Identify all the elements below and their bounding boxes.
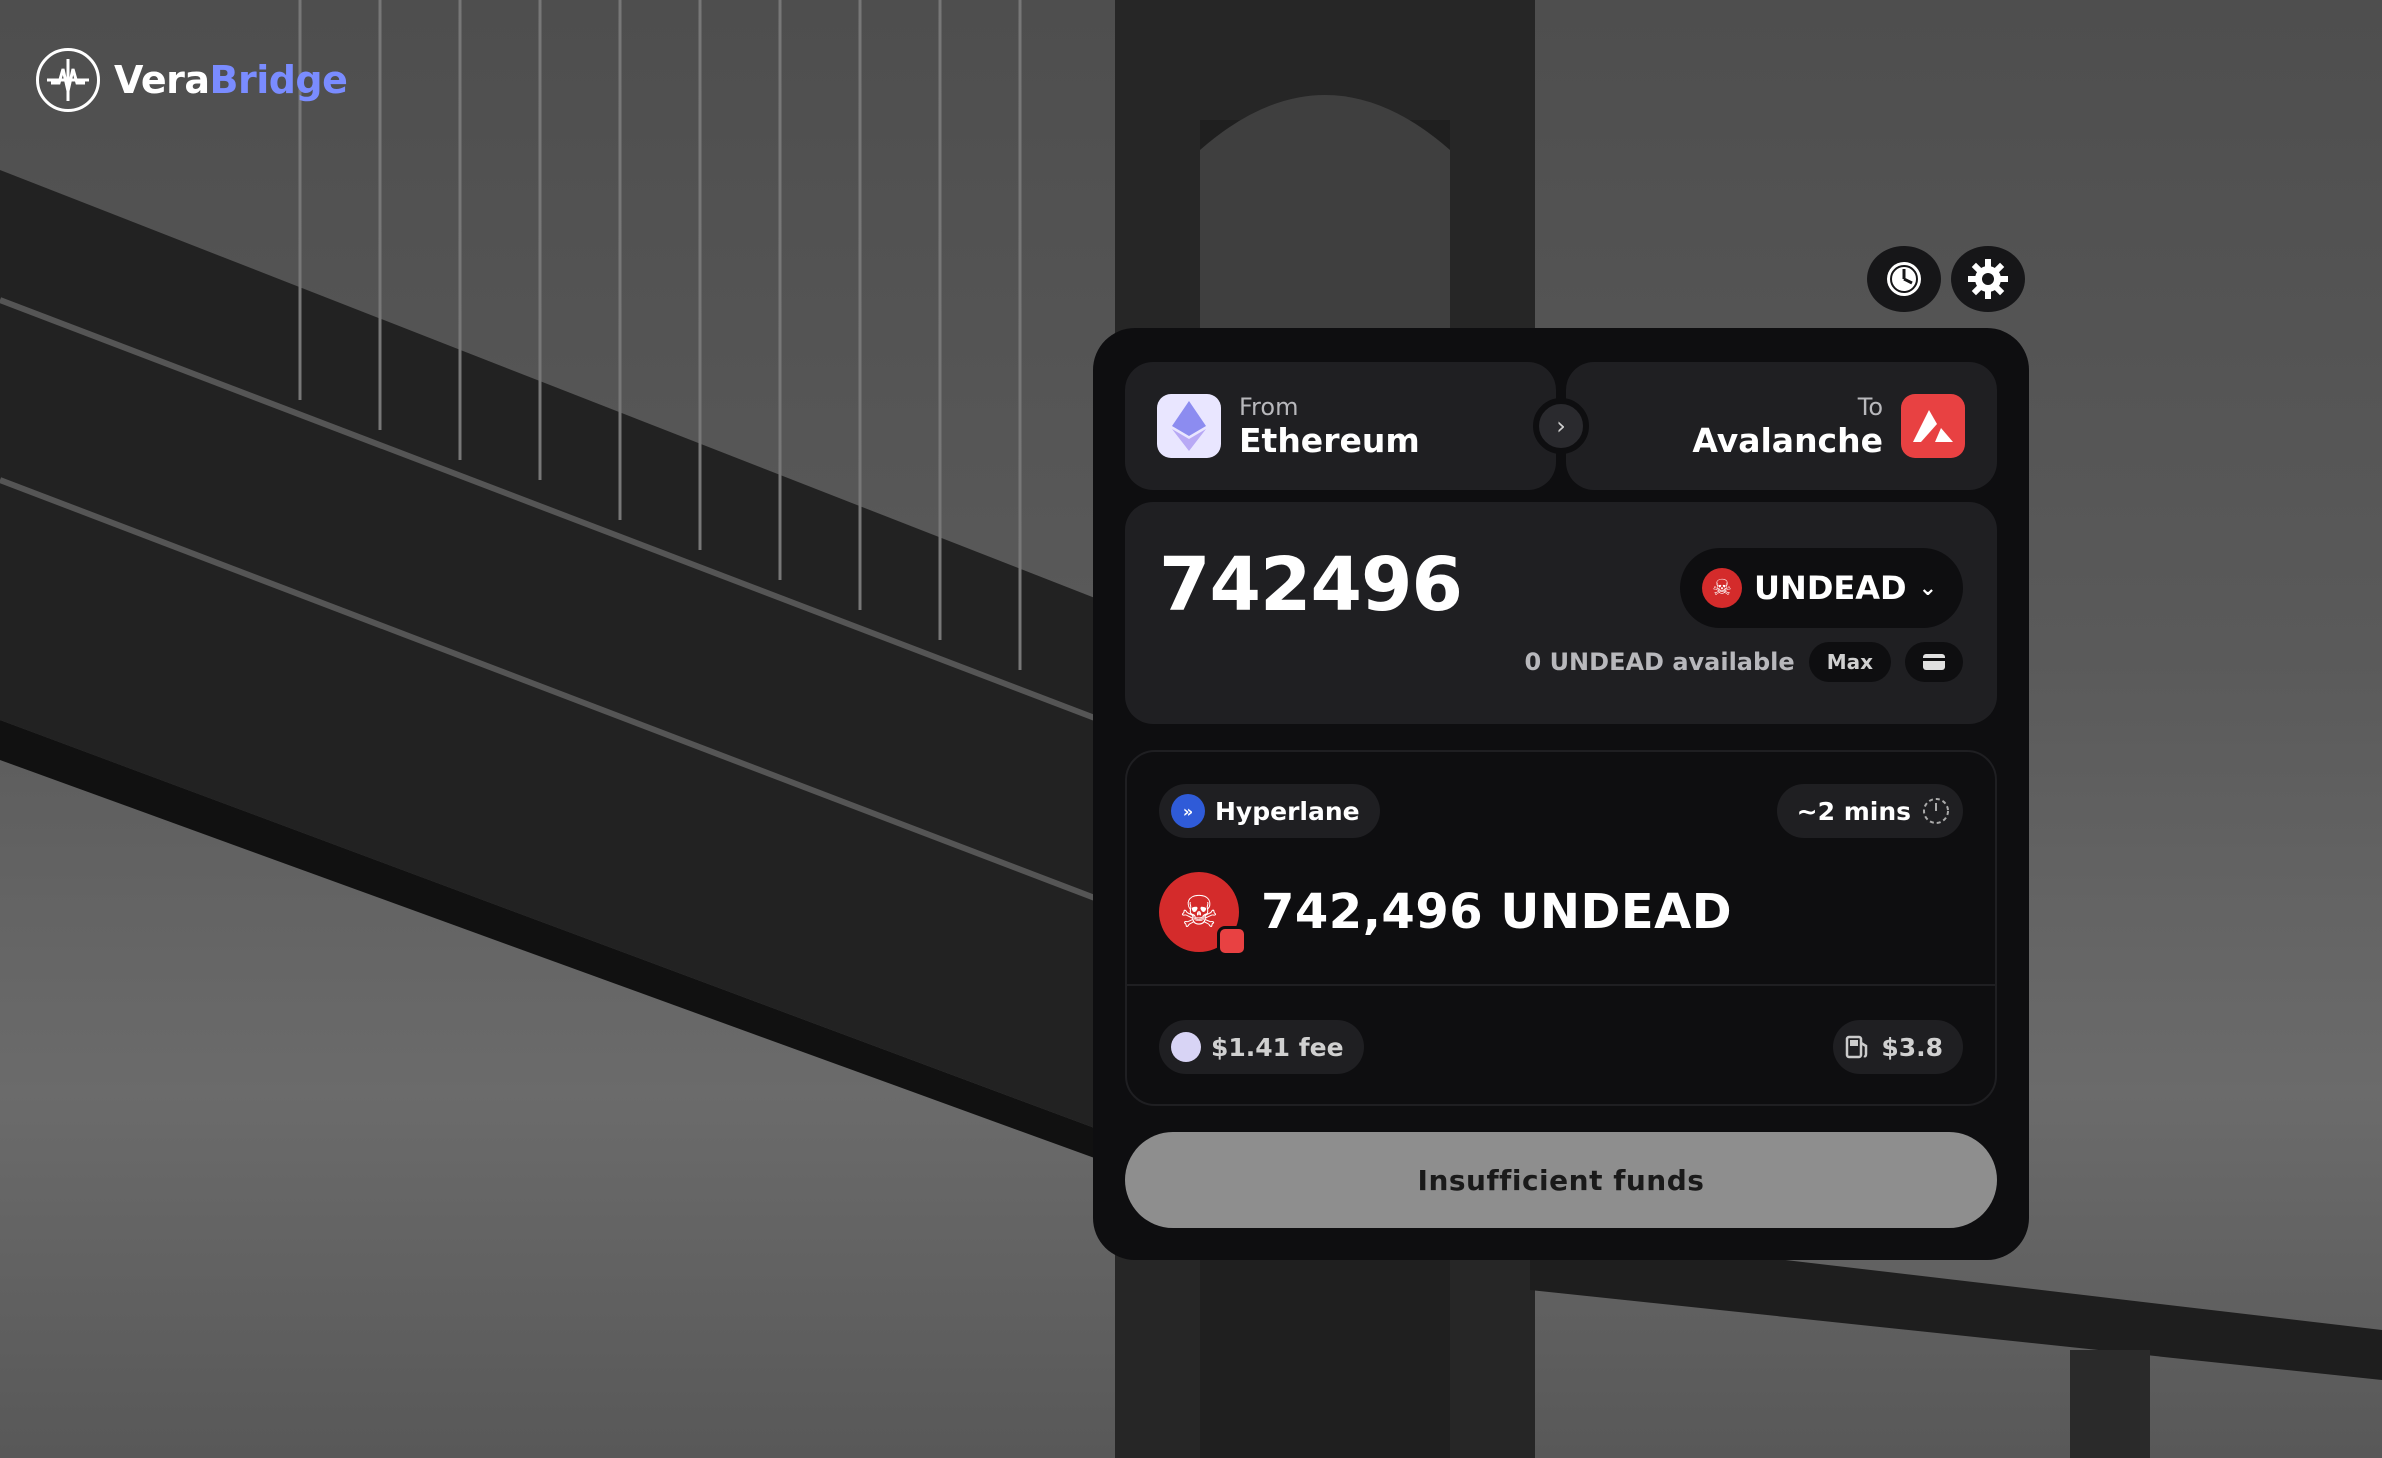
chevron-down-icon: ⌄ xyxy=(1918,575,1937,601)
to-chain-name: Avalanche xyxy=(1692,420,1883,460)
wallet-icon xyxy=(1923,654,1945,670)
skull-icon: ☠ xyxy=(1179,886,1219,938)
gas-pump-icon xyxy=(1846,1035,1868,1059)
brand-name-part2: Bridge xyxy=(209,58,348,102)
settings-button[interactable] xyxy=(1951,246,2025,312)
from-chain-text: From Ethereum xyxy=(1239,393,1420,460)
amount-input[interactable]: 742496 xyxy=(1159,542,1463,628)
provider-name: Hyperlane xyxy=(1215,796,1360,826)
avalanche-badge-icon xyxy=(1217,926,1247,956)
to-chain-button[interactable]: To Avalanche xyxy=(1566,362,1997,490)
gear-icon xyxy=(1968,259,2008,299)
balance-row: 0 UNDEAD available Max xyxy=(1525,642,1963,682)
bridge-card: From Ethereum › To Avalanche 742496 ☠ UN… xyxy=(1093,328,2029,1260)
max-button[interactable]: Max xyxy=(1808,642,1891,682)
amount-panel: 742496 ☠ UNDEAD ⌄ 0 UNDEAD available Max xyxy=(1125,502,1997,724)
eta-text: ~2 mins xyxy=(1796,796,1911,826)
token-symbol: UNDEAD xyxy=(1754,569,1907,607)
chain-selector: From Ethereum › To Avalanche xyxy=(1125,362,1997,490)
hyperlane-icon: » xyxy=(1171,794,1205,828)
chevron-right-icon: › xyxy=(1556,412,1566,440)
submit-button[interactable]: Insufficient funds xyxy=(1125,1132,1997,1228)
route-header: » Hyperlane ~2 mins xyxy=(1159,784,1963,838)
timer-icon xyxy=(1923,798,1949,824)
history-button[interactable] xyxy=(1867,246,1941,312)
vera-logo-icon xyxy=(36,48,100,112)
fee-text: $1.41 fee xyxy=(1211,1032,1344,1062)
brand-logo[interactable]: VeraBridge xyxy=(36,48,348,112)
skull-icon: ☠ xyxy=(1702,568,1743,608)
divider xyxy=(1127,984,1995,986)
token-selector-button[interactable]: ☠ UNDEAD ⌄ xyxy=(1680,548,1963,628)
route-panel: » Hyperlane ~2 mins ☠ 742,496 UNDEAD $1.… xyxy=(1125,750,1997,1106)
gas-text: $3.8 xyxy=(1881,1032,1943,1062)
to-label: To xyxy=(1857,392,1883,421)
ethereum-icon xyxy=(1157,394,1221,458)
ethereum-icon xyxy=(1171,1032,1201,1062)
from-chain-button[interactable]: From Ethereum xyxy=(1125,362,1556,490)
brand-name: VeraBridge xyxy=(114,58,348,102)
available-balance: 0 UNDEAD available xyxy=(1524,648,1795,676)
brand-name-part1: Vera xyxy=(114,58,210,102)
provider-badge[interactable]: » Hyperlane xyxy=(1159,784,1380,838)
swap-chains-button[interactable]: › xyxy=(1533,398,1589,454)
fee-row: $1.41 fee $3.8 xyxy=(1159,1020,1963,1074)
wallet-button[interactable] xyxy=(1905,642,1963,682)
clock-icon xyxy=(1887,262,1921,296)
gas-badge[interactable]: $3.8 xyxy=(1833,1020,1963,1074)
undead-token-icon: ☠ xyxy=(1159,872,1247,956)
to-chain-text: To Avalanche xyxy=(1692,393,1883,460)
receive-summary: ☠ 742,496 UNDEAD xyxy=(1159,872,1733,956)
receive-amount: 742,496 UNDEAD xyxy=(1261,884,1733,940)
fee-badge[interactable]: $1.41 fee xyxy=(1159,1020,1364,1074)
from-chain-name: Ethereum xyxy=(1239,420,1420,460)
eta-badge: ~2 mins xyxy=(1776,784,1963,838)
avalanche-icon xyxy=(1901,394,1965,458)
from-label: From xyxy=(1239,392,1299,421)
